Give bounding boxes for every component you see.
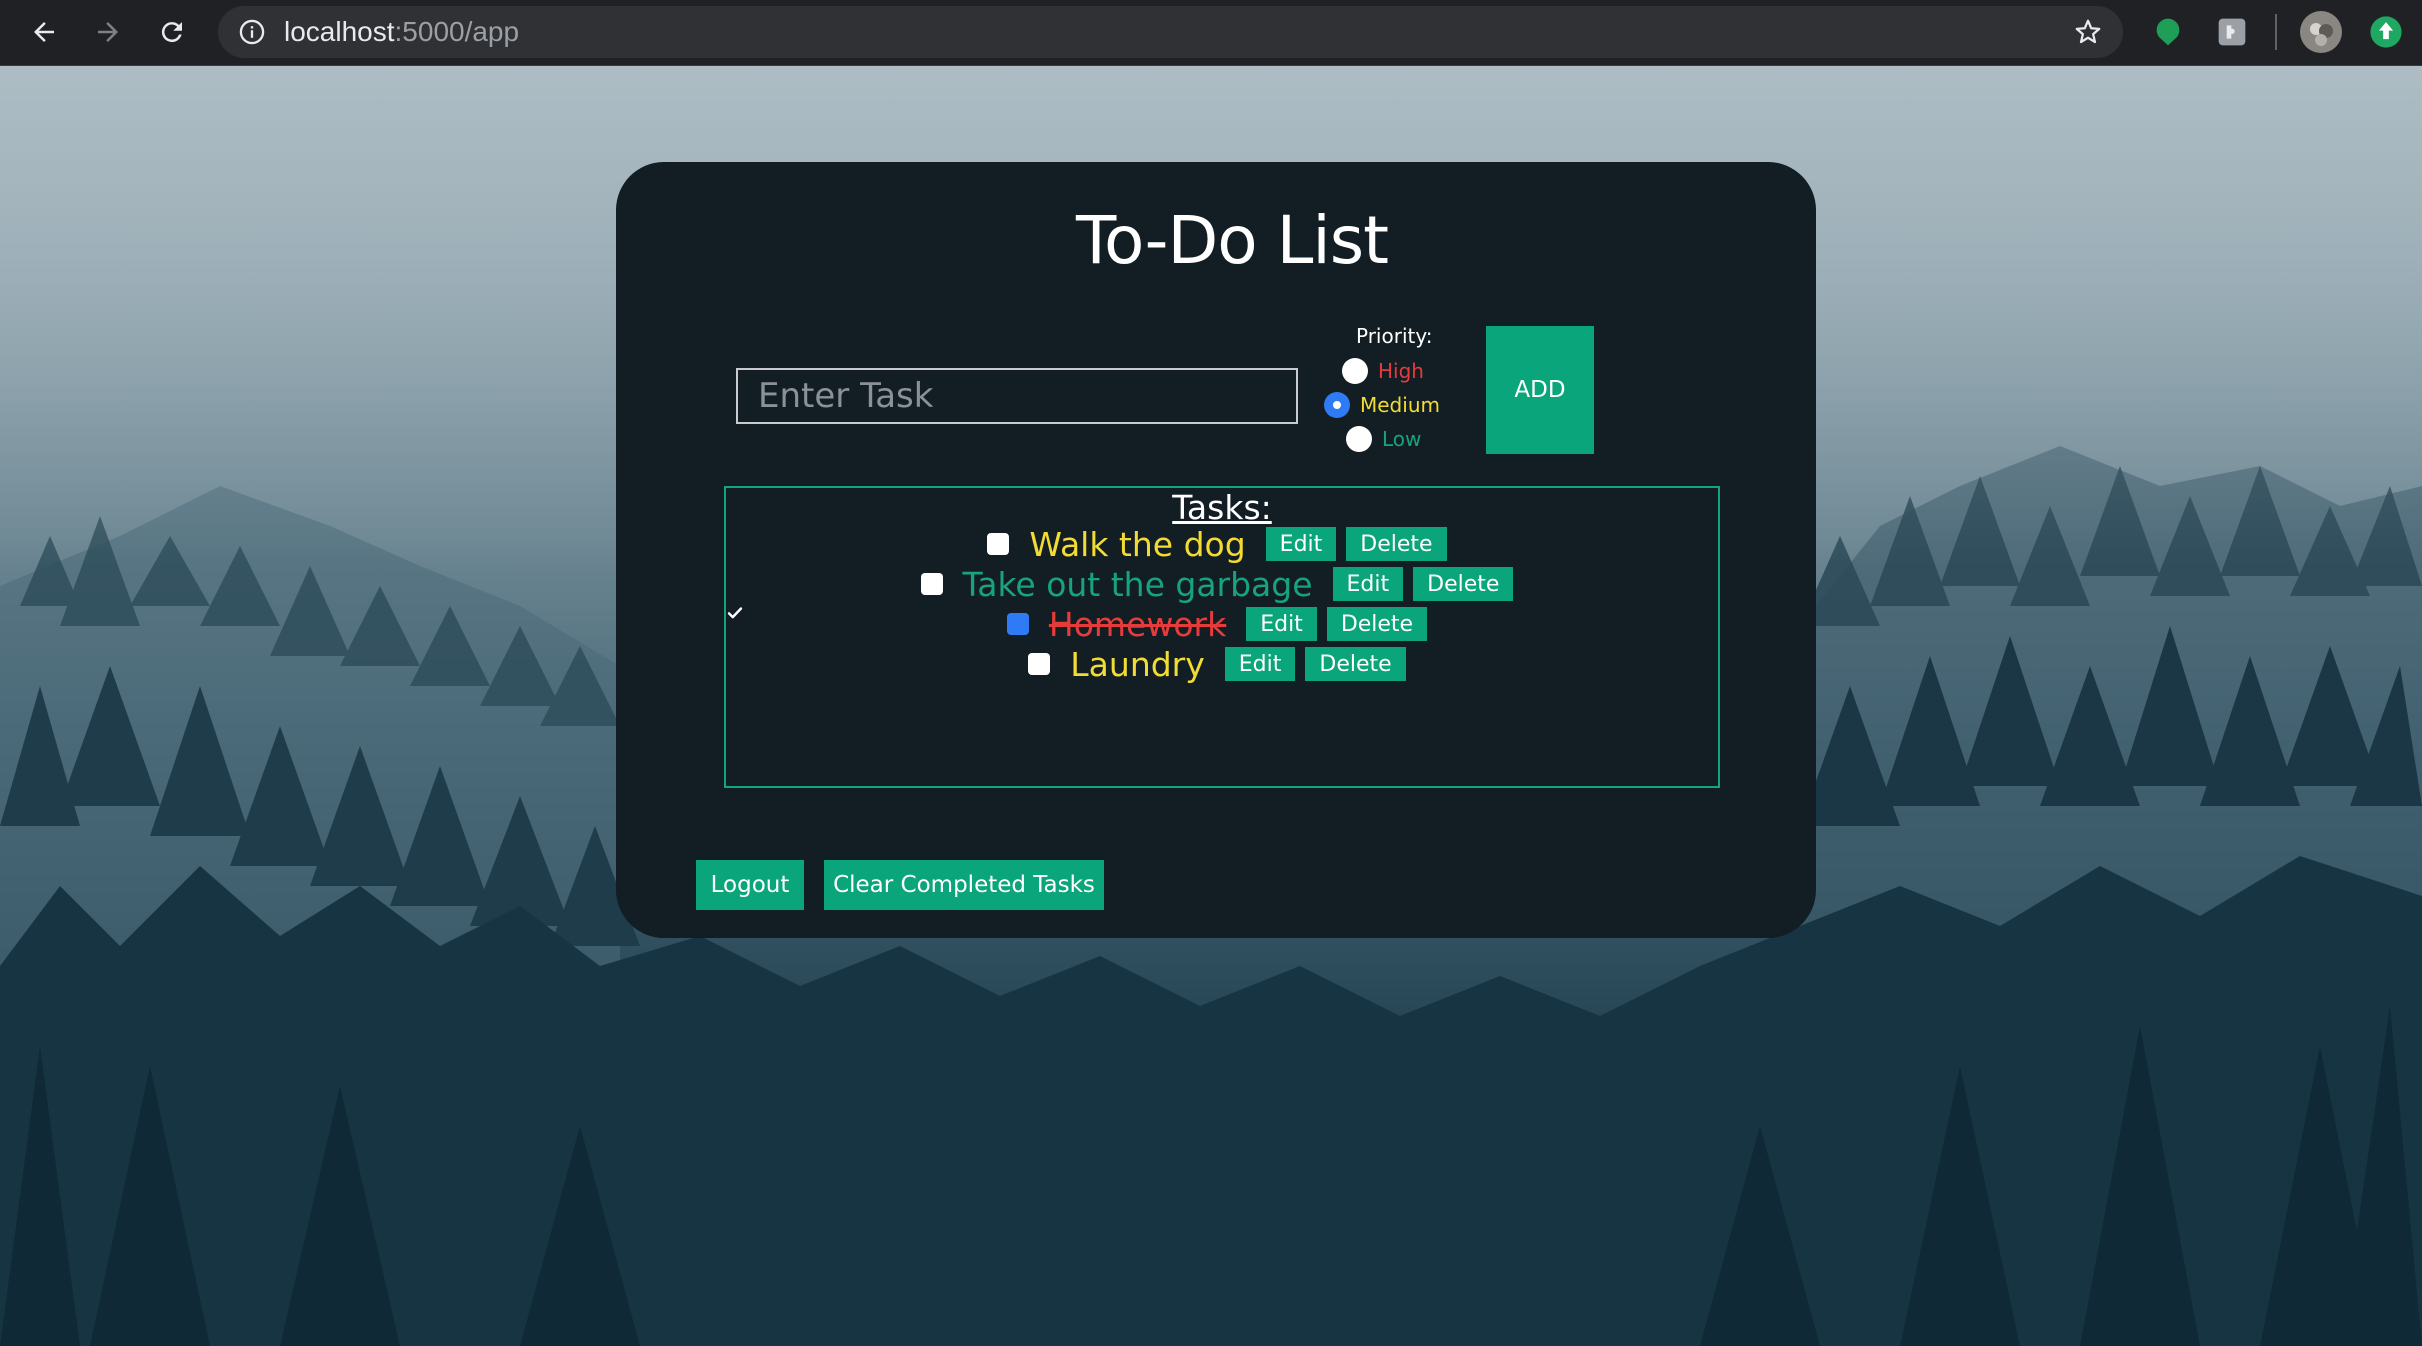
priority-low-label: Low (1382, 427, 1422, 451)
priority-high-radio[interactable] (1342, 358, 1368, 384)
url-path: :5000/app (394, 16, 520, 47)
back-button[interactable] (20, 8, 68, 56)
delete-button[interactable]: Delete (1305, 647, 1406, 681)
priority-high-label: High (1378, 359, 1424, 383)
browser-toolbar: localhost:5000/app (0, 0, 2422, 66)
clear-completed-button[interactable]: Clear Completed Tasks (824, 860, 1104, 910)
priority-medium-label: Medium (1360, 393, 1440, 417)
task-row: Homework Edit Delete (726, 604, 1718, 644)
url-text: localhost:5000/app (284, 6, 519, 58)
toolbar-divider (2275, 14, 2277, 50)
delete-button[interactable]: Delete (1346, 527, 1447, 561)
arrow-right-icon (98, 22, 118, 42)
edit-button[interactable]: Edit (1332, 567, 1404, 601)
task-text: Laundry (1070, 644, 1205, 684)
task-input[interactable] (736, 368, 1298, 424)
page-background: To-Do List Priority: High Medium Low ADD… (0, 66, 2422, 1346)
priority-low-radio[interactable] (1346, 426, 1372, 452)
priority-low-option[interactable]: Low (1346, 426, 1421, 452)
reload-icon (161, 22, 182, 43)
star-icon[interactable] (2073, 17, 2103, 47)
priority-label: Priority: (1356, 324, 1433, 348)
add-button[interactable]: ADD (1486, 326, 1594, 454)
page-title: To-Do List (1075, 202, 1389, 279)
task-checkbox[interactable] (727, 607, 1029, 635)
task-row: Laundry Edit Delete (726, 644, 1718, 684)
checkmark-icon (727, 607, 743, 619)
task-row: Walk the dog Edit Delete (726, 524, 1718, 564)
update-icon[interactable] (2366, 12, 2406, 52)
todo-card: To-Do List Priority: High Medium Low ADD… (616, 162, 1816, 938)
edit-button[interactable]: Edit (1265, 527, 1337, 561)
edit-button[interactable]: Edit (1246, 607, 1317, 641)
task-checkbox[interactable] (920, 573, 943, 595)
logout-button[interactable]: Logout (696, 860, 804, 910)
priority-high-option[interactable]: High (1342, 358, 1424, 384)
task-text: Walk the dog (1029, 524, 1246, 564)
delete-button[interactable]: Delete (1413, 567, 1514, 601)
task-text: Take out the garbage (962, 564, 1313, 604)
task-checkbox[interactable] (1028, 653, 1051, 675)
priority-medium-option[interactable]: Medium (1324, 392, 1440, 418)
reload-button[interactable] (148, 8, 196, 56)
priority-medium-radio[interactable] (1324, 392, 1350, 418)
address-bar[interactable]: localhost:5000/app (218, 6, 2123, 58)
tasks-heading: Tasks: (1172, 488, 1272, 527)
task-row: Take out the garbage Edit Delete (726, 564, 1718, 604)
task-checkbox[interactable] (987, 533, 1010, 555)
delete-button[interactable]: Delete (1326, 607, 1428, 641)
task-text: Homework (1048, 604, 1227, 644)
url-host: localhost (284, 16, 395, 47)
info-icon (239, 19, 265, 45)
edit-button[interactable]: Edit (1224, 647, 1296, 681)
profile-avatar-icon[interactable] (2298, 9, 2344, 55)
tasks-panel: Tasks: Walk the dog Edit Delete Take out… (724, 486, 1720, 788)
extension-puzzle-icon[interactable] (2212, 12, 2252, 52)
extension-green-icon[interactable] (2148, 12, 2188, 52)
forward-button[interactable] (84, 8, 132, 56)
arrow-left-icon (34, 22, 54, 42)
